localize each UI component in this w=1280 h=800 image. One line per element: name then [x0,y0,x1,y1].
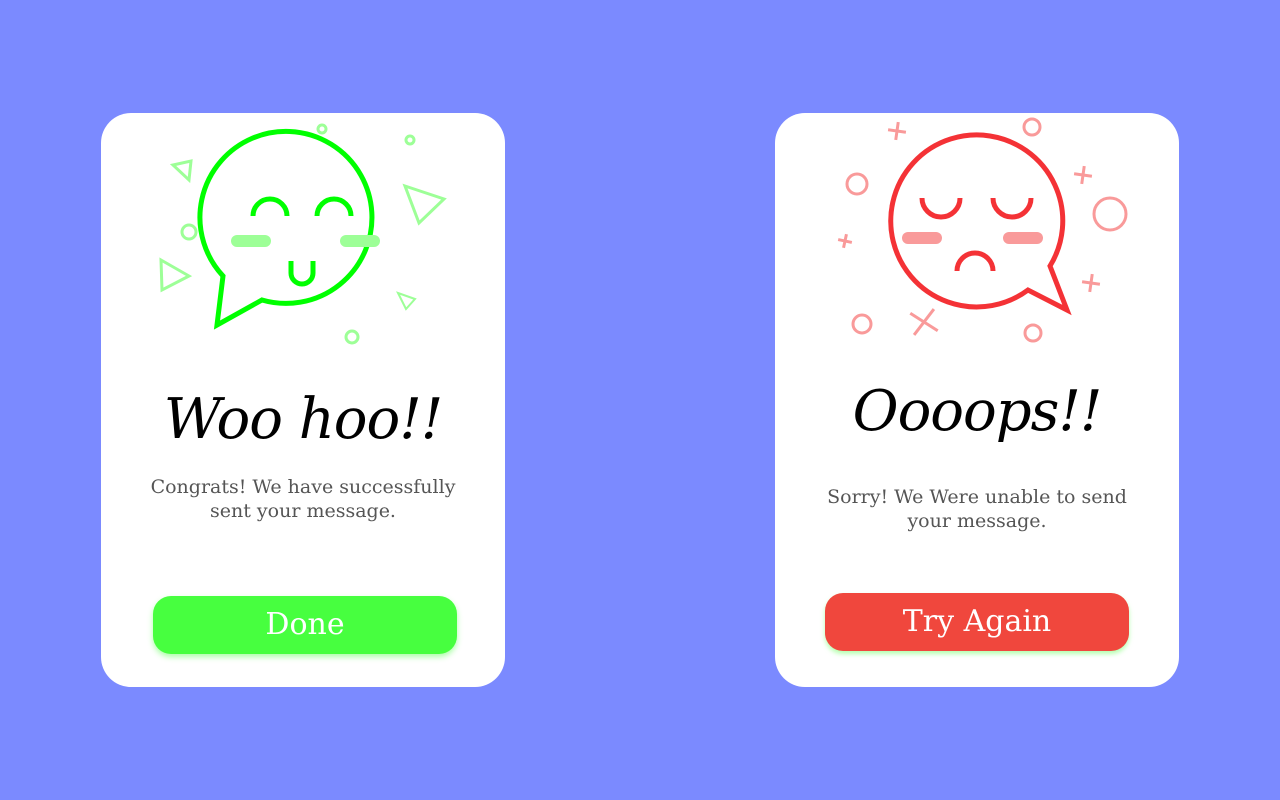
success-title: Woo hoo!! [163,387,444,452]
error-title: Oooops!! [852,379,1103,444]
success-card: Woo hoo!! Congrats! We have successfully… [101,113,505,687]
error-message: Sorry! We Were unable to send your messa… [827,486,1127,532]
done-button[interactable]: Done [153,596,457,654]
happy-speech-bubble-icon [197,128,380,330]
success-message: Congrats! We have successfully sent your… [150,476,456,522]
try-again-button[interactable]: Try Again [825,593,1129,651]
error-card: Oooops!! Sorry! We Were unable to send y… [775,113,1179,687]
error-illustration [837,117,1128,343]
sad-speech-bubble-icon [888,132,1072,316]
success-illustration [159,123,447,345]
